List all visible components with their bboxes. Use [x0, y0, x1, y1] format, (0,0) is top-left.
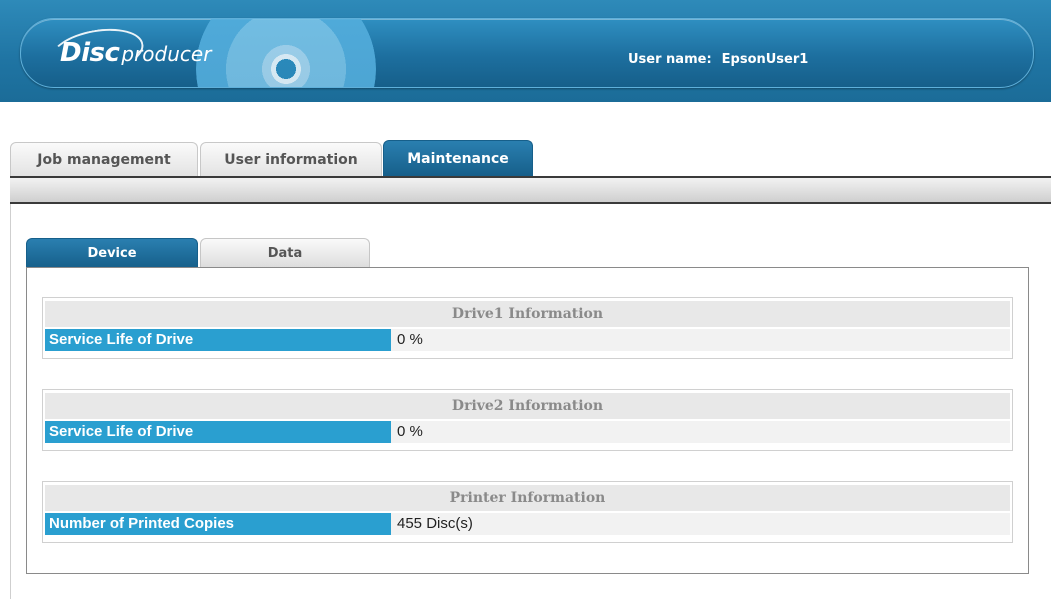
logo-producer-text: producer [121, 42, 212, 66]
printed-copies-value: 455 Disc(s) [397, 515, 473, 532]
drive1-info-block: Drive1 Information Service Life of Drive… [42, 297, 1013, 359]
drive1-service-life-label: Service Life of Drive [45, 329, 391, 351]
disc-producer-logo: Disc producer [60, 38, 211, 68]
user-name-label: User name: [628, 52, 712, 67]
drive2-service-life-value: 0 % [397, 423, 423, 440]
printer-info-row: Number of Printed Copies 455 Disc(s) [45, 513, 1010, 535]
printer-info-block: Printer Information Number of Printed Co… [42, 481, 1013, 543]
disc-decoration-icon [196, 19, 376, 87]
drive2-info-row: Service Life of Drive 0 % [45, 421, 1010, 443]
subtab-device[interactable]: Device [26, 238, 198, 268]
device-panel: Drive1 Information Service Life of Drive… [26, 267, 1029, 574]
tabs-underbar [10, 176, 1051, 204]
drive2-info-title: Drive2 Information [45, 393, 1010, 419]
main-tabs: Job management User information Maintena… [0, 136, 1051, 176]
tab-maintenance[interactable]: Maintenance [383, 140, 533, 176]
user-name-value: EpsonUser1 [721, 52, 809, 67]
tab-user-information[interactable]: User information [200, 142, 382, 176]
subtab-data[interactable]: Data [200, 238, 370, 268]
printer-info-title: Printer Information [45, 485, 1010, 511]
printed-copies-label: Number of Printed Copies [45, 513, 391, 535]
drive1-service-life-value: 0 % [397, 331, 423, 348]
drive2-service-life-label: Service Life of Drive [45, 421, 391, 443]
app-header: Disc producer User name: EpsonUser1 [0, 0, 1051, 102]
drive1-info-row: Service Life of Drive 0 % [45, 329, 1010, 351]
drive1-info-title: Drive1 Information [45, 301, 1010, 327]
content-border [10, 204, 11, 599]
tab-job-management[interactable]: Job management [10, 142, 198, 176]
drive2-info-block: Drive2 Information Service Life of Drive… [42, 389, 1013, 451]
logo-disc-text: Disc [60, 38, 120, 68]
user-name-display: User name: EpsonUser1 [628, 52, 808, 67]
